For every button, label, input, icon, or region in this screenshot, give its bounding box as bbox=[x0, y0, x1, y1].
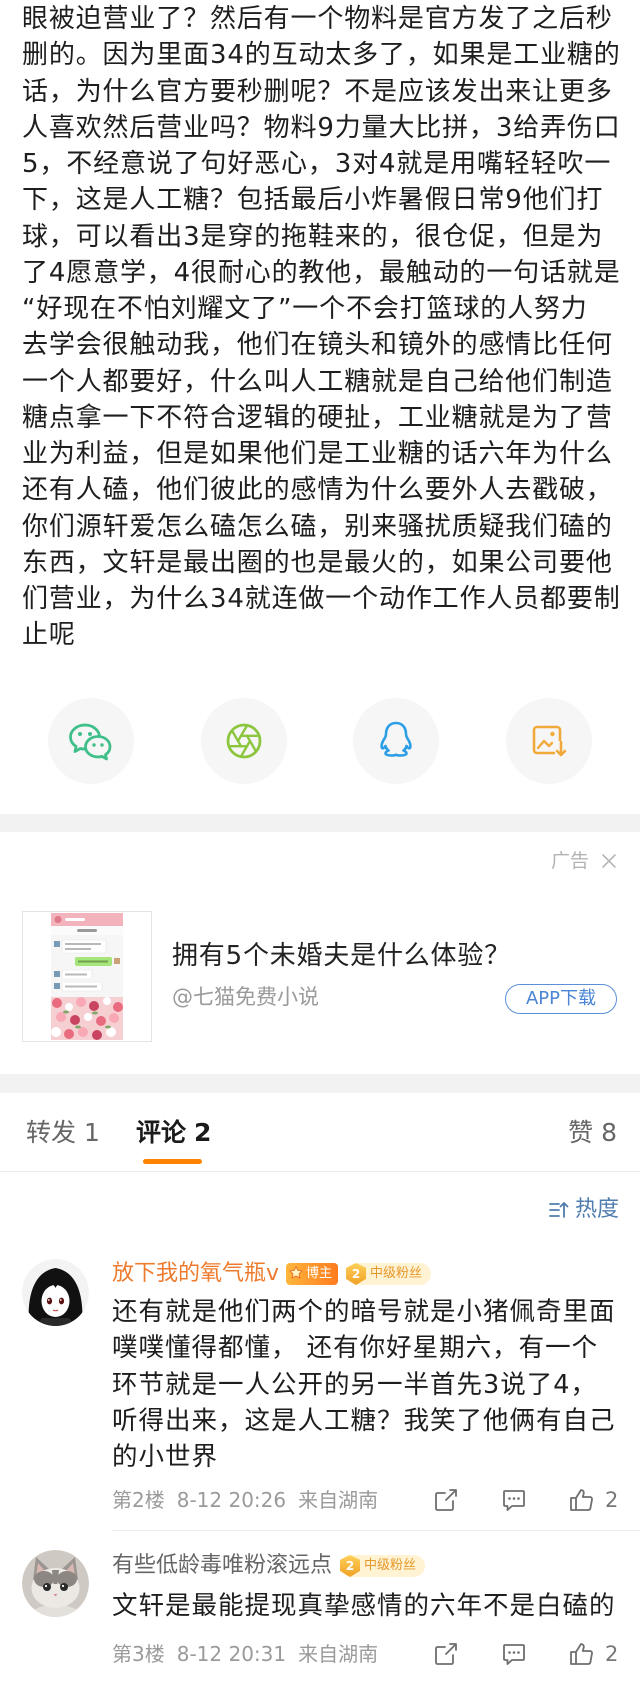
post-line: 你们源轩爱怎么磕怎么磕，别来骚扰质疑我们磕的 bbox=[22, 511, 613, 542]
sort-icon bbox=[549, 1202, 569, 1218]
comment-line: 环节就是一人公开的另一半首先3说了4， bbox=[112, 1369, 597, 1400]
blogger-badge-label: 博主 bbox=[306, 1266, 333, 1281]
post-line: 还有人磕，他们彼此的感情为什么要外人去戳破， bbox=[22, 475, 613, 506]
post-line: 东西，文轩是最出圈的也是最火的，如果公司要他 bbox=[22, 547, 613, 578]
fan-level-badge[interactable]: 2 中级粉丝 bbox=[340, 1555, 426, 1577]
post-line: 了4愿意学，4很耐心的教他，最触动的一句话就是 bbox=[22, 257, 621, 288]
comment-line: 文轩是最能提现真挚感情的六年不是白磕的 bbox=[112, 1591, 616, 1621]
post-line: 下，这是人工糖？包括最后小炸暑假日常9他们打 bbox=[22, 185, 604, 216]
post-line: 删的。因为里面34的互动太多了，如果是工业糖的 bbox=[22, 40, 621, 71]
comment-floor: 第3楼 bbox=[112, 1642, 165, 1666]
comment-header: 放下我的氧气瓶v 博主 2 中级粉丝 bbox=[112, 1260, 432, 1288]
ad-thumbnail[interactable] bbox=[22, 911, 152, 1042]
save-image-icon bbox=[532, 725, 567, 758]
tab-label: 转发 bbox=[26, 1118, 77, 1147]
active-tab-indicator bbox=[143, 1159, 202, 1164]
sort-toggle[interactable]: 热度 bbox=[548, 1196, 619, 1224]
fan-level-number: 2 bbox=[346, 1263, 367, 1285]
share-icon[interactable] bbox=[433, 1641, 459, 1667]
share-icon[interactable] bbox=[433, 1487, 459, 1513]
wechat-icon bbox=[69, 723, 112, 761]
tab-divider bbox=[0, 1171, 640, 1172]
comment-time: 8-12 20:31 bbox=[176, 1642, 287, 1666]
tab-label: 赞 bbox=[568, 1118, 594, 1147]
avatar[interactable] bbox=[22, 1259, 89, 1326]
share-wechat-button[interactable] bbox=[48, 698, 134, 784]
post-line: 球，可以看出3是穿的拖鞋来的，很仓促，但是为 bbox=[22, 221, 604, 252]
fan-level-number: 2 bbox=[340, 1555, 361, 1577]
share-moments-button[interactable] bbox=[201, 698, 287, 784]
comment-icon[interactable] bbox=[501, 1487, 527, 1513]
comment-line: 噗噗懂得都懂， 还有你好星期六，有一个 bbox=[112, 1333, 599, 1364]
avatar[interactable] bbox=[22, 1550, 89, 1617]
ad-title[interactable]: 拥有5个未婚夫是什么体验？ bbox=[172, 940, 511, 972]
tab-count: 8 bbox=[601, 1118, 617, 1147]
comment-line: 的小世界 bbox=[112, 1442, 219, 1473]
tab-label: 评论 bbox=[136, 1118, 187, 1147]
comment-location: 来自湖南 bbox=[298, 1488, 379, 1512]
like-count: 2 bbox=[605, 1642, 619, 1666]
avatar-image bbox=[22, 1550, 89, 1617]
moments-icon bbox=[226, 723, 262, 759]
post-line: 业为利益，但是如果他们是工业糖的话六年为什么 bbox=[22, 439, 613, 469]
ad-image bbox=[51, 913, 123, 1040]
comment-line: 还有就是他们两个的暗号就是小猪佩奇里面 bbox=[112, 1297, 616, 1327]
like-icon[interactable] bbox=[568, 1487, 594, 1513]
like-icon[interactable] bbox=[568, 1641, 594, 1667]
blogger-badge[interactable]: 博主 bbox=[286, 1263, 339, 1285]
post-line: 们营业，为什么34就连做一个动作工作人员都要制 bbox=[22, 584, 621, 614]
qq-icon bbox=[380, 721, 412, 757]
post-body: 眼被迫营业了？然后有一个物料是官方发了之后秒 删的。因为里面34的互动太多了，如… bbox=[22, 1, 636, 654]
tab-likes[interactable]: 赞8 bbox=[568, 1117, 617, 1149]
tab-count: 1 bbox=[84, 1118, 100, 1147]
post-line: 糖点拿一下不符合逻辑的硬扯，工业糖就是为了营 bbox=[22, 402, 613, 433]
comment-icon[interactable] bbox=[501, 1641, 527, 1667]
fan-level-badge[interactable]: 2 中级粉丝 bbox=[346, 1263, 432, 1285]
ad-source: @七猫免费小说 bbox=[172, 985, 319, 1009]
tab-comments[interactable]: 评论 2 bbox=[136, 1117, 211, 1149]
post-line: 止呢 bbox=[22, 620, 76, 651]
comment-meta: 第2楼 8-12 20:26 来自湖南 bbox=[112, 1487, 390, 1513]
section-divider bbox=[0, 814, 640, 832]
post-line: 一个人都要好，什么叫人工糖就是自己给他们制造 bbox=[22, 366, 613, 397]
fan-level-label: 中级粉丝 bbox=[364, 1558, 417, 1573]
share-qq-button[interactable] bbox=[353, 698, 439, 784]
comment-time: 8-12 20:26 bbox=[176, 1488, 287, 1512]
avatar-image bbox=[22, 1259, 89, 1326]
comment-line: 听得出来，这是人工糖？我笑了他俩有自己 bbox=[112, 1405, 616, 1436]
comment-text: 还有就是他们两个的暗号就是小猪佩奇里面 噗噗懂得都懂， 还有你好星期六，有一个 … bbox=[112, 1294, 616, 1475]
save-image-button[interactable] bbox=[506, 698, 592, 784]
post-line: 5，不经意说了句好恶心，3对4就是用嘴轻轻吹一 bbox=[22, 149, 612, 179]
blogger-badge-icon bbox=[289, 1266, 303, 1279]
like-count: 2 bbox=[605, 1488, 619, 1512]
app-download-button[interactable]: APP下载 bbox=[505, 984, 617, 1014]
section-divider bbox=[0, 1074, 640, 1093]
ad-label: 广告 bbox=[551, 850, 590, 872]
comment-header: 有些低龄毒唯粉滚远点 2 中级粉丝 bbox=[112, 1552, 426, 1580]
comment-floor: 第2楼 bbox=[112, 1488, 165, 1512]
sort-label: 热度 bbox=[574, 1197, 619, 1222]
comment-meta: 第3楼 8-12 20:31 来自湖南 bbox=[112, 1641, 390, 1667]
close-icon[interactable] bbox=[600, 852, 618, 870]
comment-divider bbox=[112, 1530, 640, 1531]
username[interactable]: 有些低龄毒唯粉滚远点 bbox=[112, 1552, 332, 1580]
tab-count: 2 bbox=[194, 1118, 212, 1147]
comment-text: 文轩是最能提现真挚感情的六年不是白磕的 bbox=[112, 1588, 616, 1624]
post-line: “好现在不怕刘耀文了”一个不会打篮球的人努力 bbox=[22, 294, 588, 324]
weibo-post-page: 眼被迫营业了？然后有一个物料是官方发了之后秒 删的。因为里面34的互动太多了，如… bbox=[0, 0, 640, 1685]
username[interactable]: 放下我的氧气瓶v bbox=[112, 1260, 279, 1288]
tab-reposts[interactable]: 转发 1 bbox=[26, 1117, 100, 1149]
fan-level-label: 中级粉丝 bbox=[370, 1266, 423, 1281]
post-line: 人喜欢然后营业吗？物料9力量大比拼，3给弄伤口 bbox=[22, 112, 621, 143]
post-line: 话，为什么官方要秒删呢？不是应该发出来让更多 bbox=[22, 76, 613, 107]
post-line: 去学会很触动我，他们在镜头和镜外的感情比任何 bbox=[22, 330, 613, 361]
comment-location: 来自湖南 bbox=[298, 1642, 379, 1666]
post-line: 眼被迫营业了？然后有一个物料是官方发了之后秒 bbox=[22, 4, 613, 34]
